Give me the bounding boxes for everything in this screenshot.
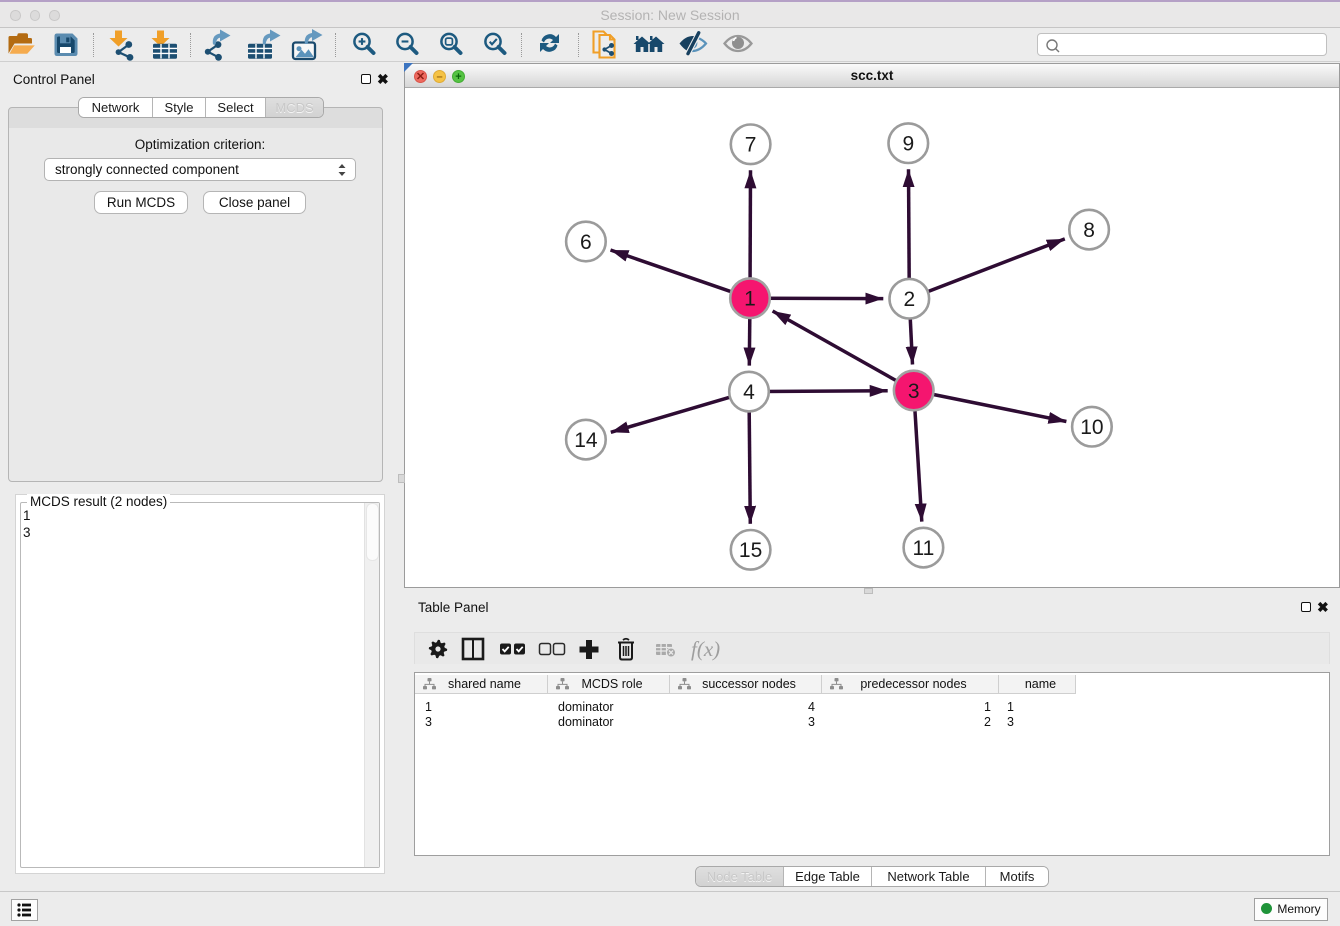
svg-text:11: 11	[912, 537, 934, 560]
svg-text:3: 3	[908, 380, 920, 403]
svg-text:6: 6	[580, 231, 592, 254]
svg-text:8: 8	[1083, 219, 1095, 242]
svg-text:7: 7	[745, 134, 757, 157]
svg-text:4: 4	[743, 381, 755, 404]
svg-text:2: 2	[903, 288, 915, 311]
svg-text:14: 14	[574, 429, 598, 452]
svg-text:1: 1	[744, 288, 756, 311]
svg-text:9: 9	[902, 133, 914, 156]
svg-text:f(x): f(x)	[691, 637, 720, 661]
svg-text:15: 15	[739, 539, 762, 562]
svg-text:10: 10	[1080, 416, 1103, 439]
